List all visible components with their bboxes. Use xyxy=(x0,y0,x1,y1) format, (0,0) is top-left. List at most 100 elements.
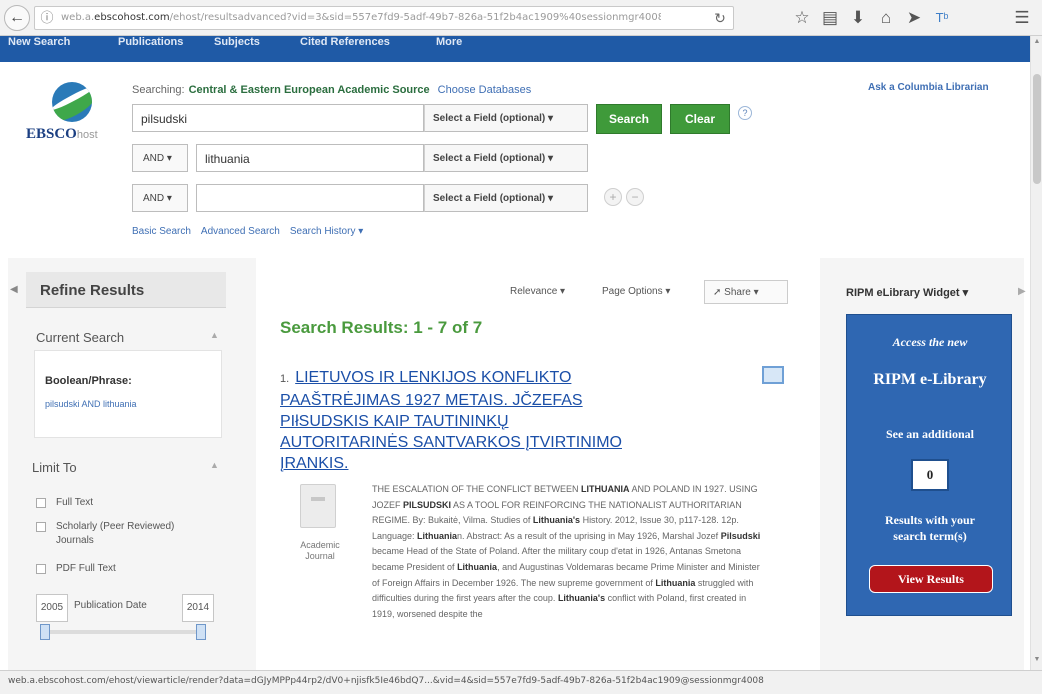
date-slider-track[interactable] xyxy=(44,630,204,634)
full-text-checkbox[interactable] xyxy=(36,498,46,508)
academic-journal-icon xyxy=(300,484,336,528)
nav-cited-references[interactable]: Cited References xyxy=(300,36,390,48)
date-slider-end-handle[interactable] xyxy=(196,624,206,640)
top-nav-bar: New Search Publications Subjects Cited R… xyxy=(0,36,1030,62)
result-title-line-3: PIłSUDSKIS KAIP TAUTININKŲ xyxy=(280,413,509,430)
ask-librarian-link[interactable]: Ask a Columbia Librarian xyxy=(868,82,989,93)
searching-label: Searching: xyxy=(132,84,185,96)
ripm-see-additional: See an additional xyxy=(885,427,975,441)
translate-icon[interactable]: Tᵇ xyxy=(930,6,954,30)
clipboard-icon[interactable]: ▤ xyxy=(818,6,842,30)
ebsco-logo-icon[interactable] xyxy=(52,82,92,122)
search-links: Basic Search Advanced Search Search Histor… xyxy=(132,226,373,240)
basic-search-link[interactable]: Basic Search xyxy=(132,226,191,237)
current-search-heading[interactable]: Current Search xyxy=(36,330,124,345)
result-title-line-4: AUTORITARINĖS SANTVARKOS ĮTVIRTINIMO xyxy=(280,434,622,451)
view-results-button[interactable]: View Results xyxy=(869,565,993,593)
current-search-box: Boolean/Phrase: pilsudski AND lithuania xyxy=(34,350,222,438)
date-to-input[interactable]: 2014 xyxy=(182,594,214,622)
send-icon[interactable]: ➤ xyxy=(902,6,926,30)
advanced-search-link[interactable]: Advanced Search xyxy=(201,226,280,237)
publication-type: Academic Journal xyxy=(300,540,340,561)
result-title-line-2: PAAŠTRĖJIMAS 1927 METAIS. JČZEFAS xyxy=(280,392,583,409)
pdf-full-text-label: PDF Full Text xyxy=(56,563,116,574)
boolean-select-3[interactable]: AND ▾ xyxy=(132,184,188,212)
star-icon[interactable]: ☆ xyxy=(790,6,814,30)
chevron-up-icon[interactable]: ▲ xyxy=(210,330,219,340)
help-icon[interactable]: ? xyxy=(738,106,752,120)
page-scrollbar[interactable]: ▲ ▼ xyxy=(1030,36,1042,670)
date-slider-start-handle[interactable] xyxy=(40,624,50,640)
collapse-left-icon[interactable]: ◀ xyxy=(10,284,18,295)
results-heading: Search Results: 1 - 7 of 7 xyxy=(280,318,482,338)
choose-databases-link[interactable]: Choose Databases xyxy=(438,84,532,96)
url-path: /ehost/resultsadvanced?vid=3&sid=557e7fd… xyxy=(169,12,661,23)
remove-row-icon[interactable]: − xyxy=(626,188,644,206)
page-options-dropdown[interactable]: Page Options ▾ xyxy=(602,286,670,297)
url-text[interactable]: web.a.ebscohost.com/ehost/resultsadvance… xyxy=(61,12,661,26)
boolean-select-2[interactable]: AND ▾ xyxy=(132,144,188,172)
search-input-2[interactable]: lithuania xyxy=(196,144,424,172)
nav-more[interactable]: More xyxy=(436,36,462,48)
clear-button[interactable]: Clear xyxy=(670,104,730,134)
ripm-count: 0 xyxy=(911,459,949,491)
reload-icon[interactable]: ↻ xyxy=(711,9,729,27)
scholarly-label-2: Journals xyxy=(56,535,94,546)
nav-subjects[interactable]: Subjects xyxy=(214,36,260,48)
status-url: web.a.ebscohost.com/ehost/viewarticle/re… xyxy=(8,676,764,686)
sort-relevance-dropdown[interactable]: Relevance ▾ xyxy=(510,286,565,297)
boolean-terms-link[interactable]: pilsudski AND lithuania xyxy=(45,399,137,409)
share-icon: ➚ xyxy=(713,287,725,298)
logo-suffix: host xyxy=(76,129,98,141)
ripm-library-text: RIPM e-Library xyxy=(873,371,987,388)
result-title-link[interactable]: 1. LIETUVOS IR LENKIJOS KONFLIKTO PAAŠTRĖ… xyxy=(280,367,720,474)
menu-icon[interactable]: ☰ xyxy=(1010,6,1034,30)
search-history-link[interactable]: Search History ▾ xyxy=(290,226,363,237)
url-domain: ebscohost.com xyxy=(94,12,170,23)
ripm-widget-box: Access the new RIPM e-Library See an add… xyxy=(846,314,1012,616)
results-range: 1 - 7 of 7 xyxy=(413,318,483,337)
field-select-3[interactable]: Select a Field (optional) ▾ xyxy=(424,184,588,212)
nav-new-search[interactable]: New Search xyxy=(8,36,70,48)
ripm-widget-title[interactable]: RIPM eLibrary Widget ▾ xyxy=(846,286,968,299)
browser-toolbar: ← ⓘ web.a.ebscohost.com/ehost/resultsadv… xyxy=(0,0,1042,36)
scroll-down-icon[interactable]: ▼ xyxy=(1032,656,1042,666)
share-button[interactable]: ➚ Share ▾ xyxy=(704,280,788,304)
ebsco-logo-text[interactable]: EBSCOhost xyxy=(26,126,98,146)
refine-header: Refine Results xyxy=(26,272,226,308)
chevron-up-icon[interactable]: ▲ xyxy=(210,460,219,470)
back-arrow-icon[interactable]: ← xyxy=(4,5,30,31)
nav-publications[interactable]: Publications xyxy=(118,36,183,48)
ripm-search-terms: search term(s) xyxy=(893,529,967,543)
result-number: 1. xyxy=(280,373,290,385)
share-label: Share ▾ xyxy=(724,287,759,298)
scrollbar-thumb[interactable] xyxy=(1033,74,1041,184)
limit-to-heading[interactable]: Limit To xyxy=(32,460,77,475)
logo-brand: EBSCO xyxy=(26,126,77,142)
result-title-line-1: LIETUVOS IR LENKIJOS KONFLIKTO xyxy=(295,369,572,386)
searching-row: Searching: Central & Eastern European Aca… xyxy=(132,84,531,100)
search-input-3[interactable] xyxy=(196,184,424,212)
pdf-full-text-checkbox[interactable] xyxy=(36,564,46,574)
full-text-label: Full Text xyxy=(56,497,94,508)
result-abstract: THE ESCALATION OF THE CONFLICT BETWEEN L… xyxy=(372,484,761,619)
document-preview-icon[interactable] xyxy=(762,366,784,384)
search-button[interactable]: Search xyxy=(596,104,662,134)
refine-title: Refine Results xyxy=(40,282,145,299)
field-select-2[interactable]: Select a Field (optional) ▾ xyxy=(424,144,588,172)
add-row-icon[interactable]: + xyxy=(604,188,622,206)
publication-date-label: Publication Date xyxy=(74,600,147,611)
field-select-1[interactable]: Select a Field (optional) ▾ xyxy=(424,104,588,132)
search-term-2: lithuania xyxy=(205,152,250,166)
address-bar[interactable]: ⓘ web.a.ebscohost.com/ehost/resultsadvan… xyxy=(34,6,734,30)
ripm-access-text: Access the new xyxy=(892,335,968,349)
scroll-up-icon[interactable]: ▲ xyxy=(1032,38,1042,48)
scholarly-checkbox[interactable] xyxy=(36,522,46,532)
ripm-results-with: Results with your xyxy=(884,513,975,527)
date-from-input[interactable]: 2005 xyxy=(36,594,68,622)
download-icon[interactable]: ⬇ xyxy=(846,6,870,30)
collapse-right-icon[interactable]: ▶ xyxy=(1018,286,1026,297)
home-icon[interactable]: ⌂ xyxy=(874,6,898,30)
search-input-1[interactable]: pilsudski xyxy=(132,104,424,132)
info-icon[interactable]: ⓘ xyxy=(39,10,55,26)
